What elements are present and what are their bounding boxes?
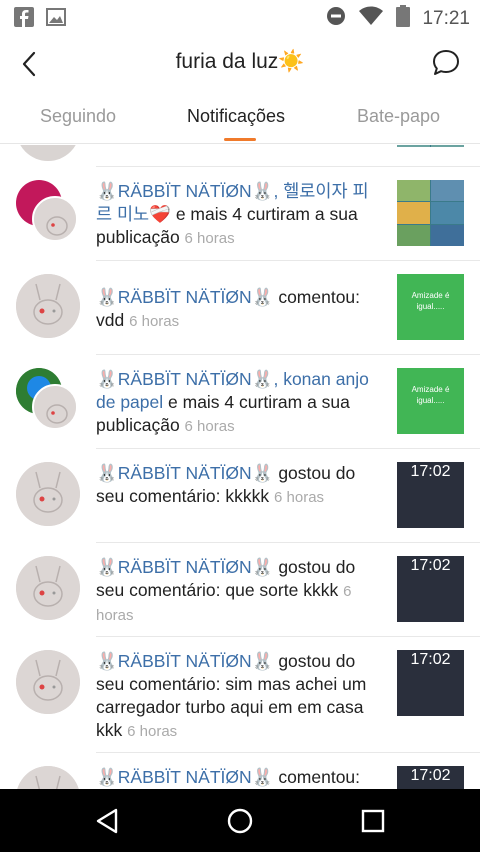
notification-text: 🐰RÄBBÏT NÄTÏØN🐰 gostou do seu comentário… bbox=[96, 651, 367, 740]
avatar[interactable] bbox=[16, 556, 80, 620]
notification-text: 🐰RÄBBÏT NÄTÏØN🐰 gostou do seu comentário… bbox=[96, 557, 356, 624]
list-item[interactable]: 🐰RÄBBÏT NÄTÏØN🐰 gostou do seu comentário… bbox=[0, 542, 480, 636]
timestamp: 6 horas bbox=[127, 723, 178, 740]
post-thumbnail[interactable]: 17:02 bbox=[397, 766, 464, 789]
status-bar: 17:21 bbox=[0, 0, 480, 34]
avatar[interactable] bbox=[16, 650, 80, 714]
list-item[interactable] bbox=[0, 145, 480, 167]
post-thumbnail[interactable] bbox=[397, 145, 464, 147]
divider bbox=[96, 260, 480, 261]
avatar[interactable] bbox=[32, 384, 78, 430]
list-item[interactable]: 🐰RÄBBÏT NÄTÏØN🐰 comentou: 17:02 bbox=[0, 752, 480, 789]
divider bbox=[96, 354, 480, 355]
tab-seguindo[interactable]: Seguindo bbox=[40, 106, 116, 127]
post-thumbnail[interactable]: 17:02 bbox=[397, 650, 464, 716]
username-link[interactable]: 🐰RÄBBÏT NÄTÏØN🐰 bbox=[96, 651, 273, 671]
active-tab-indicator bbox=[224, 138, 256, 141]
avatar[interactable] bbox=[32, 196, 78, 242]
tab-bar: Seguindo Notificações Bate-papo bbox=[0, 94, 480, 144]
image-icon bbox=[46, 7, 66, 32]
home-circle-icon[interactable] bbox=[224, 805, 256, 837]
list-item[interactable]: 🐰RÄBBÏT NÄTÏØN🐰, 헬로이자 피르 미노❤️‍🩹 e mais 4… bbox=[0, 166, 480, 260]
list-item[interactable]: 🐰RÄBBÏT NÄTÏØN🐰 gostou do seu comentário… bbox=[0, 636, 480, 752]
timestamp: 6 horas bbox=[184, 418, 235, 435]
wifi-icon bbox=[358, 6, 384, 31]
page-title: furia da luz☀️ bbox=[175, 50, 305, 73]
avatar[interactable] bbox=[16, 766, 80, 789]
notification-list[interactable]: 🐰RÄBBÏT NÄTÏØN🐰, 헬로이자 피르 미노❤️‍🩹 e mais 4… bbox=[0, 145, 480, 789]
facebook-icon bbox=[14, 7, 34, 32]
recents-square-icon[interactable] bbox=[357, 805, 389, 837]
battery-icon bbox=[396, 5, 411, 32]
divider bbox=[96, 448, 480, 449]
username-link[interactable]: 🐰RÄBBÏT NÄTÏØN🐰 bbox=[96, 767, 273, 787]
tab-bate-papo[interactable]: Bate-papo bbox=[357, 106, 440, 127]
timestamp: 6 horas bbox=[184, 230, 235, 247]
username-link[interactable]: 🐰RÄBBÏT NÄTÏØN🐰 bbox=[96, 557, 273, 577]
list-item[interactable]: 🐰RÄBBÏT NÄTÏØN🐰, konan anjo de papel e m… bbox=[0, 354, 480, 448]
tab-notificacoes[interactable]: Notificações bbox=[187, 106, 285, 127]
username-link[interactable]: 🐰RÄBBÏT NÄTÏØN🐰 bbox=[96, 463, 273, 483]
post-thumbnail[interactable]: Amizade é igual..... bbox=[397, 274, 464, 340]
post-thumbnail[interactable]: Amizade é igual..... bbox=[397, 368, 464, 434]
notification-text: 🐰RÄBBÏT NÄTÏØN🐰 comentou: bbox=[96, 767, 361, 787]
list-item[interactable]: 🐰RÄBBÏT NÄTÏØN🐰 gostou do seu comentário… bbox=[0, 448, 480, 542]
timestamp: 6 horas bbox=[129, 313, 180, 330]
back-triangle-icon[interactable] bbox=[92, 805, 124, 837]
username-link[interactable]: 🐰RÄBBÏT NÄTÏØN🐰 bbox=[96, 181, 273, 201]
username-link[interactable]: 🐰RÄBBÏT NÄTÏØN🐰 bbox=[96, 369, 273, 389]
divider bbox=[96, 752, 480, 753]
notification-text: 🐰RÄBBÏT NÄTÏØN🐰, konan anjo de papel e m… bbox=[96, 369, 369, 435]
divider bbox=[96, 636, 480, 637]
avatar[interactable] bbox=[16, 462, 80, 526]
notification-text: 🐰RÄBBÏT NÄTÏØN🐰, 헬로이자 피르 미노❤️‍🩹 e mais 4… bbox=[96, 181, 369, 247]
avatar[interactable] bbox=[16, 274, 80, 338]
post-thumbnail[interactable]: 17:02 bbox=[397, 462, 464, 528]
timestamp: 6 horas bbox=[274, 489, 325, 506]
chat-bubble-icon[interactable] bbox=[430, 47, 462, 79]
list-item[interactable]: 🐰RÄBBÏT NÄTÏØN🐰 comentou: vdd 6 horas Am… bbox=[0, 260, 480, 354]
notification-text: 🐰RÄBBÏT NÄTÏØN🐰 comentou: vdd 6 horas bbox=[96, 287, 361, 330]
post-thumbnail[interactable] bbox=[397, 180, 464, 246]
avatar bbox=[16, 145, 80, 161]
notification-text: 🐰RÄBBÏT NÄTÏØN🐰 gostou do seu comentário… bbox=[96, 463, 356, 506]
post-thumbnail[interactable]: 17:02 bbox=[397, 556, 464, 622]
system-nav-bar bbox=[0, 789, 480, 852]
divider bbox=[96, 542, 480, 543]
app-header: furia da luz☀️ bbox=[0, 34, 480, 94]
status-time: 17:21 bbox=[422, 7, 470, 29]
divider bbox=[96, 166, 480, 167]
do-not-disturb-icon bbox=[326, 6, 346, 31]
username-link[interactable]: 🐰RÄBBÏT NÄTÏØN🐰 bbox=[96, 287, 273, 307]
